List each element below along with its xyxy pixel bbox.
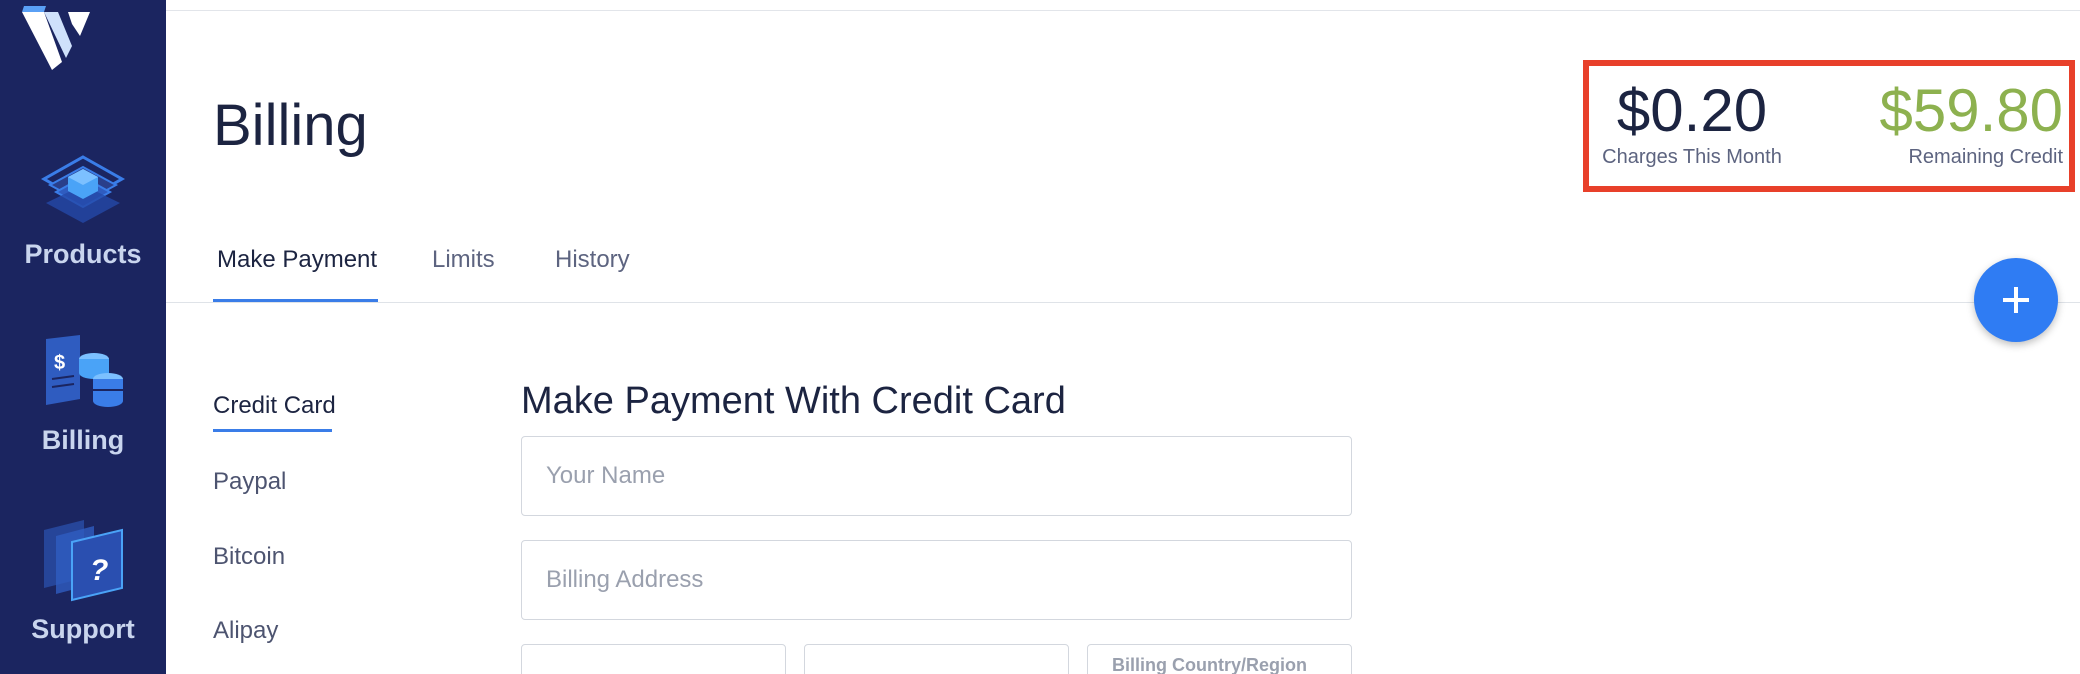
layers-icon — [40, 155, 126, 223]
sidebar-item-label: Products — [24, 239, 142, 269]
method-paypal[interactable]: Paypal — [213, 468, 286, 496]
billing-summary: $0.20 Charges This Month $59.80 Remainin… — [1583, 60, 2075, 192]
name-input[interactable] — [521, 436, 1352, 516]
billing-icon: $ — [46, 335, 123, 407]
page-title: Billing — [213, 93, 368, 158]
billing-country-select[interactable]: Billing Country/Region — [1087, 644, 1352, 674]
billing-address-input[interactable] — [521, 540, 1352, 620]
svg-text:?: ? — [90, 554, 108, 587]
remaining-credit: $59.80 Remaining Credit — [1863, 78, 2063, 169]
header-divider — [166, 10, 2080, 11]
tab-limits[interactable]: Limits — [432, 246, 495, 274]
form-title: Make Payment With Credit Card — [521, 380, 1066, 422]
credit-label: Remaining Credit — [1908, 146, 2063, 168]
charges-label: Charges This Month — [1602, 146, 1782, 168]
method-credit-card[interactable]: Credit Card — [213, 392, 336, 420]
sidebar-item-support[interactable]: ? Support — [0, 516, 166, 645]
sidebar-item-label: Support — [31, 614, 135, 644]
sidebar-item-products[interactable]: Products — [0, 145, 166, 270]
billing-country-label: Billing Country/Region — [1112, 655, 1307, 674]
svg-text:$: $ — [54, 352, 65, 374]
charges-value: $0.20 — [1616, 77, 1768, 144]
credit-value: $59.80 — [1879, 77, 2063, 144]
vultr-logo[interactable] — [22, 6, 92, 70]
tabs-divider — [166, 302, 2080, 303]
sidebar-item-label: Billing — [41, 425, 125, 455]
active-method-indicator — [213, 429, 332, 432]
card-field-2[interactable] — [804, 644, 1069, 674]
method-alipay[interactable]: Alipay — [213, 617, 278, 645]
charges-this-month: $0.20 Charges This Month — [1599, 78, 1785, 169]
tab-make-payment[interactable]: Make Payment — [217, 246, 377, 274]
add-button[interactable] — [1974, 258, 2058, 342]
tab-history[interactable]: History — [555, 246, 630, 274]
sidebar-item-billing[interactable]: $ Billing — [0, 335, 166, 456]
sidebar: Products $ Billing ? Support — [0, 0, 166, 674]
card-field-1[interactable] — [521, 644, 786, 674]
method-bitcoin[interactable]: Bitcoin — [213, 543, 285, 571]
support-icon: ? — [44, 520, 123, 602]
